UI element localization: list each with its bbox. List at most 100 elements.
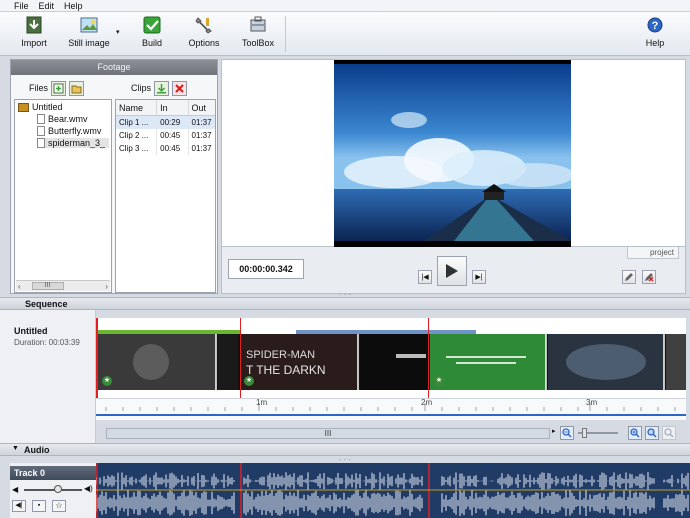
options-button[interactable]: Options bbox=[184, 15, 224, 53]
project-icon bbox=[18, 102, 29, 112]
build-button[interactable]: Build bbox=[136, 15, 168, 53]
marker-line bbox=[428, 318, 429, 398]
clip-name: Clip 1 ... bbox=[116, 116, 158, 129]
remove-button[interactable] bbox=[642, 270, 656, 284]
zoom-in-button[interactable] bbox=[628, 426, 642, 440]
add-folder-icon[interactable] bbox=[69, 80, 85, 96]
file-item[interactable]: Bear.wmv bbox=[37, 114, 88, 124]
file-item[interactable]: Butterfly.wmv bbox=[37, 126, 101, 136]
edit-button[interactable] bbox=[622, 270, 636, 284]
splitter-grip[interactable]: · · · bbox=[0, 456, 690, 464]
next-frame-button[interactable]: ▶| bbox=[472, 270, 486, 284]
collapse-icon[interactable]: ▼ bbox=[12, 445, 19, 452]
options-icon bbox=[194, 15, 214, 35]
toolbox-icon bbox=[248, 15, 268, 35]
volume-slider-handle[interactable] bbox=[54, 485, 62, 493]
add-clip-icon[interactable] bbox=[154, 80, 170, 96]
scroll-right-icon[interactable]: ▸ bbox=[552, 427, 556, 435]
volume-slider-track[interactable] bbox=[24, 489, 82, 491]
column-in[interactable]: In bbox=[157, 100, 189, 115]
still-image-icon bbox=[79, 15, 99, 35]
audio-track-controls: Track 0 ◀ ◀) ◀| ▪ ☆ bbox=[10, 463, 96, 518]
files-horizontal-scrollbar[interactable]: ‹ III › bbox=[16, 280, 110, 291]
timecode-display: 00:00:00.342 bbox=[228, 259, 304, 279]
column-out[interactable]: Out bbox=[189, 100, 215, 115]
toolbox-label: ToolBox bbox=[241, 38, 275, 48]
svg-text:?: ? bbox=[652, 20, 659, 32]
zoom-in-icon bbox=[630, 428, 640, 438]
clip-name: Clip 3 ... bbox=[116, 142, 158, 155]
timeline-scroll-thumb[interactable]: III bbox=[325, 429, 332, 438]
clip-row[interactable]: Clip 3 ... 00:45 01:37 bbox=[116, 142, 215, 155]
toolbar: Import Still image ▾ Build Options ToolB… bbox=[0, 12, 690, 56]
menu-edit[interactable]: Edit bbox=[39, 1, 55, 11]
skip-forward-icon: ▶| bbox=[475, 274, 483, 281]
zoom-reset-icon bbox=[664, 428, 674, 438]
timeline-track[interactable]: SPIDER-MAN T THE DARKN ★ ★ ★ bbox=[96, 318, 686, 398]
scroll-thumb[interactable]: III bbox=[31, 282, 64, 290]
import-label: Import bbox=[21, 38, 47, 48]
remove-icon bbox=[645, 273, 654, 282]
star-icon[interactable]: ★ bbox=[244, 376, 254, 386]
file-name: Bear.wmv bbox=[48, 114, 88, 124]
help-button[interactable]: ? Help bbox=[642, 15, 668, 53]
sequence-header-label: Sequence bbox=[25, 299, 68, 309]
ruler-label: 2m bbox=[421, 398, 433, 407]
thumbnail-strip: SPIDER-MAN T THE DARKN bbox=[96, 334, 686, 390]
track-favorite-icon[interactable]: ☆ bbox=[52, 500, 66, 512]
clip-in: 00:45 bbox=[157, 129, 189, 142]
playhead[interactable] bbox=[96, 318, 98, 398]
volume-high-icon: ◀) bbox=[84, 484, 93, 493]
audio-waveform[interactable] bbox=[96, 463, 690, 518]
toolbox-button[interactable]: ToolBox bbox=[238, 15, 278, 53]
timeline-scroll-row: III ▸ bbox=[96, 426, 690, 440]
zoom-fit-icon bbox=[647, 428, 657, 438]
clip-name: Clip 2 ... bbox=[116, 129, 158, 142]
timeline-ruler[interactable]: 1m 2m 3m bbox=[96, 398, 686, 420]
files-tree[interactable]: Untitled Bear.wmv Butterfly.wmv spiderma… bbox=[14, 99, 112, 293]
video-file-icon bbox=[37, 126, 45, 136]
zoom-fit-button[interactable] bbox=[645, 426, 659, 440]
solo-button[interactable]: ▪ bbox=[32, 500, 46, 512]
project-tab[interactable]: project bbox=[627, 247, 679, 259]
clips-table: Name In Out Clip 1 ... 00:29 01:37 Clip … bbox=[115, 99, 216, 293]
menu-bar: File Edit Help bbox=[0, 0, 690, 12]
star-icon[interactable]: ★ bbox=[434, 376, 444, 386]
sequence-duration: Duration: 00:03:39 bbox=[14, 338, 80, 347]
still-image-button[interactable]: Still image bbox=[64, 15, 114, 53]
menu-help[interactable]: Help bbox=[64, 1, 83, 11]
clip-out: 01:37 bbox=[191, 131, 212, 140]
still-image-label: Still image bbox=[68, 38, 110, 48]
timeline-scrollbar[interactable]: III bbox=[106, 428, 550, 439]
zoom-reset-button[interactable] bbox=[662, 426, 676, 440]
import-button[interactable]: Import bbox=[16, 15, 52, 53]
delete-clip-icon[interactable] bbox=[172, 80, 188, 96]
file-name: Butterfly.wmv bbox=[48, 126, 102, 136]
still-image-dropdown-icon[interactable]: ▾ bbox=[116, 28, 122, 36]
menu-file[interactable]: File bbox=[14, 1, 29, 11]
clip-row[interactable]: Clip 1 ... 00:29 01:37 bbox=[116, 116, 215, 129]
sequence-title: Untitled bbox=[14, 326, 48, 336]
clip-row[interactable]: Clip 2 ... 00:45 01:37 bbox=[116, 129, 215, 142]
tree-root-label: Untitled bbox=[32, 102, 63, 112]
mute-button[interactable]: ◀| bbox=[12, 500, 26, 512]
star-icon[interactable]: ★ bbox=[102, 376, 112, 386]
ruler-label: 1m bbox=[256, 398, 268, 407]
sequence-header[interactable]: Sequence bbox=[0, 297, 690, 310]
ruler-label: 3m bbox=[586, 398, 598, 407]
audio-header-label: Audio bbox=[24, 445, 50, 455]
add-file-icon[interactable] bbox=[51, 80, 67, 96]
video-file-icon bbox=[37, 138, 45, 148]
play-button[interactable] bbox=[437, 256, 467, 286]
scroll-right-icon[interactable]: › bbox=[105, 282, 108, 291]
tree-root[interactable]: Untitled bbox=[18, 102, 63, 112]
previous-frame-button[interactable]: |◀ bbox=[418, 270, 432, 284]
file-item-selected[interactable]: spiderman_3_ bbox=[37, 138, 110, 148]
scroll-left-icon[interactable]: ‹ bbox=[18, 282, 21, 291]
zoom-slider-handle[interactable] bbox=[582, 428, 587, 438]
column-name[interactable]: Name bbox=[116, 100, 158, 115]
pencil-icon bbox=[625, 273, 633, 281]
clip-out: 01:37 bbox=[191, 144, 212, 153]
zoom-out-button[interactable] bbox=[560, 426, 574, 440]
files-label: Files bbox=[29, 83, 49, 93]
